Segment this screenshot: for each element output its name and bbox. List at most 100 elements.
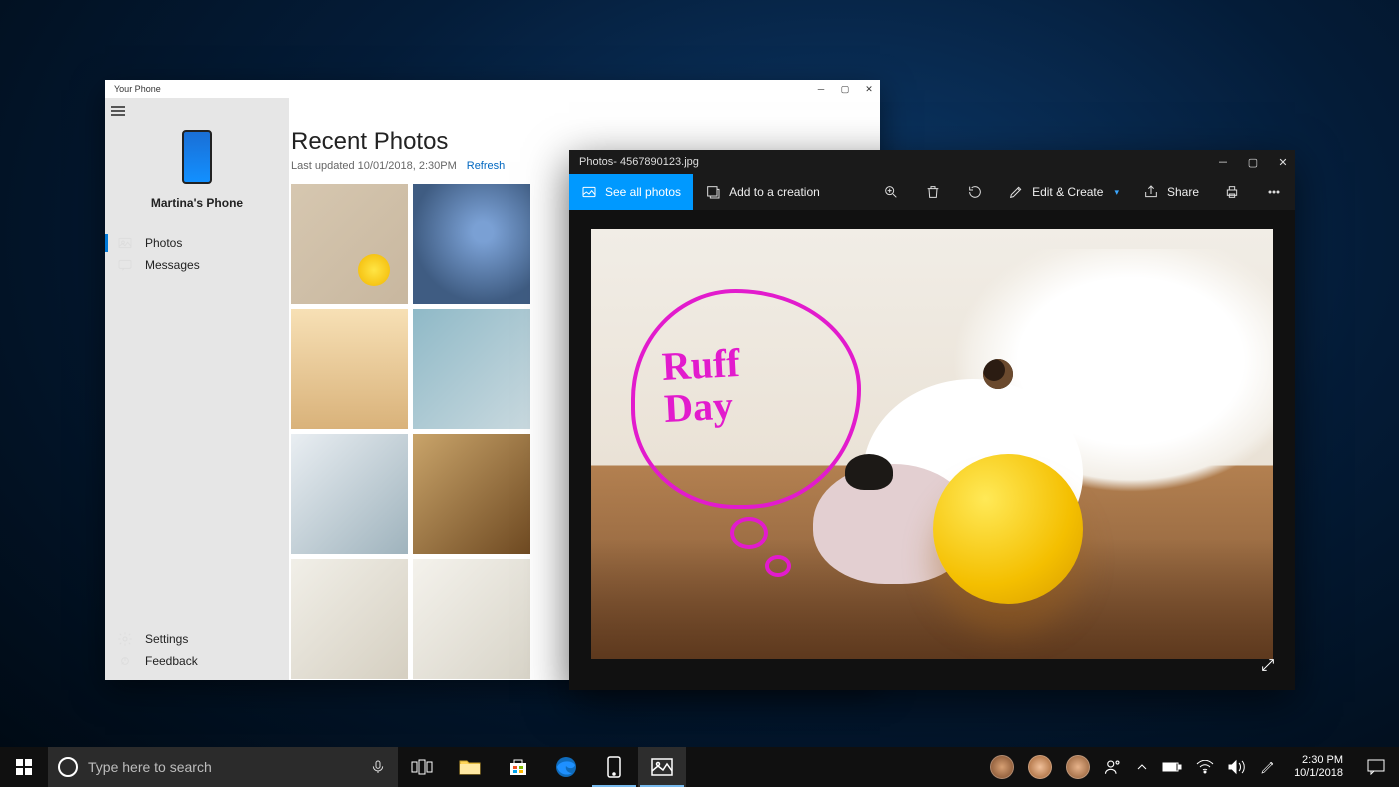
- print-button[interactable]: [1211, 174, 1253, 210]
- nav-item-messages[interactable]: Messages: [105, 254, 289, 276]
- task-view-button[interactable]: [398, 747, 446, 787]
- ink-workspace-button[interactable]: [1260, 759, 1276, 775]
- wifi-indicator[interactable]: [1196, 760, 1214, 774]
- gallery-icon: [581, 184, 597, 200]
- photo-thumbnail[interactable]: [413, 434, 530, 554]
- your-phone-titlebar[interactable]: Your Phone － ▢ ✕: [105, 80, 880, 98]
- maximize-button[interactable]: ▢: [840, 84, 850, 94]
- photo-canvas[interactable]: Ruff Day: [569, 210, 1295, 690]
- file-explorer-button[interactable]: [446, 747, 494, 787]
- clock[interactable]: 2:30 PM 10/1/2018: [1290, 754, 1347, 780]
- zoom-icon: [883, 184, 899, 200]
- chevron-down-icon: ▾: [1114, 187, 1119, 198]
- nav-item-photos[interactable]: Photos: [105, 232, 289, 254]
- wifi-icon: [1196, 760, 1214, 774]
- photos-viewer-toolbar: See all photos Add to a creation Edit & …: [569, 174, 1295, 210]
- photos-app-taskbar-button[interactable]: [638, 747, 686, 787]
- hamburger-button[interactable]: [105, 102, 289, 120]
- minimize-button[interactable]: －: [816, 84, 826, 94]
- pen-icon: [1260, 759, 1276, 775]
- photo-thumbnail[interactable]: [291, 434, 408, 554]
- more-button[interactable]: [1253, 174, 1295, 210]
- photo-thumbnail[interactable]: [413, 184, 530, 304]
- photo-thumbnail[interactable]: [413, 309, 530, 429]
- system-tray: 2:30 PM 10/1/2018: [982, 747, 1399, 787]
- nav-item-settings[interactable]: Settings: [105, 628, 289, 650]
- phone-icon: [182, 130, 212, 184]
- messages-icon: [117, 257, 133, 273]
- add-to-creation-label: Add to a creation: [729, 185, 820, 199]
- nav-item-settings-label: Settings: [145, 632, 188, 646]
- photo-thumbnail[interactable]: [291, 309, 408, 429]
- zoom-button[interactable]: [870, 174, 912, 210]
- photos-viewer-window-controls: － ▢ ✕: [1217, 156, 1289, 168]
- add-to-creation-button[interactable]: Add to a creation: [693, 174, 832, 210]
- edit-icon: [1008, 184, 1024, 200]
- store-icon: [508, 757, 528, 777]
- refresh-link[interactable]: Refresh: [467, 160, 506, 172]
- close-button[interactable]: ✕: [1277, 156, 1289, 168]
- people-icon: [1104, 758, 1122, 776]
- microphone-icon[interactable]: [370, 759, 386, 775]
- close-button[interactable]: ✕: [864, 84, 874, 94]
- last-updated-label: Last updated 10/01/2018, 2:30PM: [291, 160, 457, 172]
- edge-browser-button[interactable]: [542, 747, 590, 787]
- photos-app-icon: [651, 758, 673, 776]
- more-icon: [1266, 184, 1282, 200]
- rotate-button[interactable]: [954, 174, 996, 210]
- photo-thumbnail[interactable]: [413, 559, 530, 679]
- minimize-button[interactable]: －: [1217, 156, 1229, 168]
- start-button[interactable]: [0, 747, 48, 787]
- phone-icon: [606, 756, 622, 778]
- maximize-button[interactable]: ▢: [1247, 156, 1259, 168]
- your-phone-sidebar: Martina's Phone Photos Messages Settings: [105, 98, 289, 680]
- nav-item-feedback-label: Feedback: [145, 654, 198, 668]
- expand-icon: [1260, 657, 1276, 673]
- people-button[interactable]: [1104, 758, 1122, 776]
- your-phone-title: Your Phone: [111, 84, 161, 94]
- share-label: Share: [1167, 185, 1199, 199]
- photo-thumbnail[interactable]: [291, 559, 408, 679]
- share-button[interactable]: Share: [1131, 174, 1211, 210]
- phone-name-label: Martina's Phone: [151, 196, 243, 210]
- edit-create-button[interactable]: Edit & Create ▾: [996, 174, 1131, 210]
- search-box[interactable]: Type here to search: [48, 747, 398, 787]
- delete-button[interactable]: [912, 174, 954, 210]
- clock-date: 10/1/2018: [1294, 767, 1343, 780]
- microsoft-store-button[interactable]: [494, 747, 542, 787]
- your-phone-taskbar-button[interactable]: [590, 747, 638, 787]
- your-phone-nav: Photos Messages: [105, 232, 289, 276]
- notification-icon: [1367, 759, 1385, 775]
- see-all-photos-button[interactable]: See all photos: [569, 174, 693, 210]
- rotate-icon: [967, 184, 983, 200]
- battery-icon: [1162, 761, 1182, 773]
- nav-item-feedback[interactable]: Feedback: [105, 650, 289, 672]
- folder-icon: [459, 758, 481, 776]
- share-icon: [1143, 184, 1159, 200]
- windows-logo-icon: [16, 759, 32, 775]
- taskbar: Type here to search 2:30 PM 10/1/2: [0, 747, 1399, 787]
- photo-image: Ruff Day: [591, 229, 1273, 659]
- volume-indicator[interactable]: [1228, 759, 1246, 775]
- photo-thumbnail[interactable]: [291, 184, 408, 304]
- battery-indicator[interactable]: [1162, 761, 1182, 773]
- your-phone-window-controls: － ▢ ✕: [816, 84, 874, 94]
- fullscreen-button[interactable]: [1255, 652, 1281, 678]
- people-avatar[interactable]: [1028, 755, 1052, 779]
- print-icon: [1224, 184, 1240, 200]
- photos-icon: [117, 235, 133, 251]
- edge-icon: [555, 756, 577, 778]
- feedback-icon: [117, 653, 133, 669]
- trash-icon: [925, 184, 941, 200]
- action-center-button[interactable]: [1361, 759, 1391, 775]
- phone-illustration-area: Martina's Phone: [105, 130, 289, 210]
- photos-viewer-titlebar[interactable]: Photos- 4567890123.jpg － ▢ ✕: [569, 150, 1295, 174]
- ink-text-annotation: Ruff Day: [661, 342, 743, 430]
- clock-time: 2:30 PM: [1302, 754, 1343, 767]
- people-avatar[interactable]: [990, 755, 1014, 779]
- gear-icon: [117, 631, 133, 647]
- nav-item-photos-label: Photos: [145, 236, 182, 250]
- task-view-icon: [411, 759, 433, 775]
- tray-overflow-button[interactable]: [1136, 761, 1148, 773]
- people-avatar[interactable]: [1066, 755, 1090, 779]
